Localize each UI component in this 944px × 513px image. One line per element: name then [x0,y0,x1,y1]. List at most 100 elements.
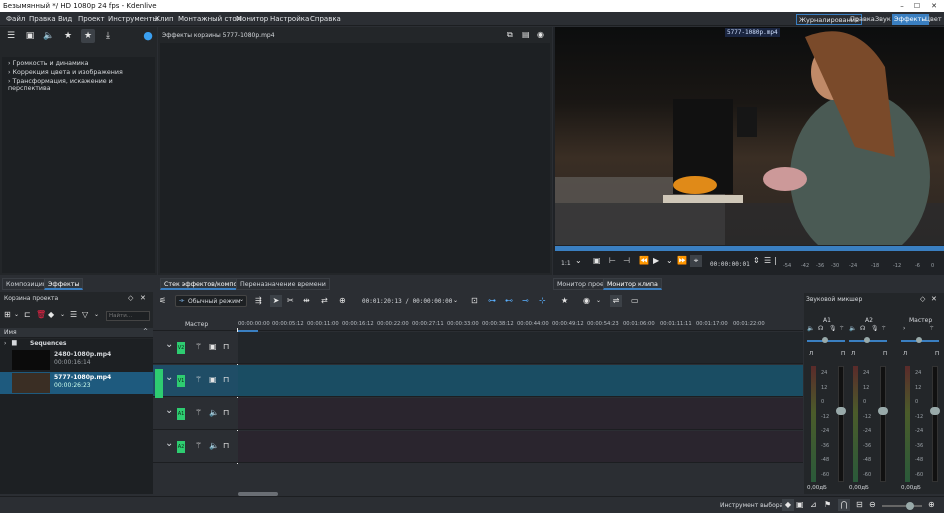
sort-icon[interactable]: ^ [143,328,148,335]
folder-icon[interactable]: ⊏ [24,309,31,321]
tree-item-transform[interactable]: › Трансформация, искажение и перспектива [8,78,155,92]
volume-fader[interactable] [838,366,844,482]
track-v1[interactable] [238,365,803,397]
zoom-handle[interactable] [906,502,914,510]
tag-icon[interactable]: ◆ [48,309,54,321]
lock-icon[interactable]: ⊓ [223,341,229,353]
audio-effects-icon[interactable]: 🔈 [42,29,56,43]
track-header-a2[interactable]: ⌄ A2 ⚚ 🔈 ⊓ [153,431,238,463]
delete-icon[interactable]: 🗑 [36,309,46,321]
insert-icon[interactable]: ⇶ [255,295,262,307]
set-in-icon[interactable]: ⊢ [609,255,616,267]
bin-search-input[interactable] [106,311,150,321]
timecode-stepper-icon[interactable]: ⇕ [753,255,760,267]
fit-zoom-icon[interactable]: ⊡ [471,295,478,307]
pan-handle[interactable] [822,337,828,343]
bin-item-folder[interactable]: › ▆ Sequences [0,339,153,349]
extract-icon[interactable]: ⊶ [488,295,496,307]
track-v2[interactable] [238,332,803,364]
timeline-timecode[interactable]: 00:01:20:13 / 00:00:00:00 [362,298,452,305]
close-icon[interactable]: ✕ [927,0,941,12]
overwrite-icon[interactable]: ⊸ [522,295,529,307]
menu-settings[interactable]: Настройка [270,14,309,24]
pan-handle[interactable] [916,337,922,343]
forward-icon[interactable]: ⏩ [677,255,687,267]
menu-file[interactable]: Файл [6,14,25,24]
list-icon[interactable]: ☰ [4,29,18,43]
menu-timeline[interactable]: Монтажный стол [178,14,241,24]
video-track-icon[interactable]: ▣ [209,374,217,386]
lock-icon[interactable]: ⊓ [223,440,229,452]
bin-header[interactable]: Имя ^ [0,328,153,338]
bin-item-clip[interactable]: 2480-1080p.mp4 00:00:16:14 [0,349,153,371]
channel-value[interactable]: 0,00дБ [849,485,869,491]
menu-clip[interactable]: Клип [155,14,174,24]
custom-effects-icon[interactable]: ★ [61,29,75,43]
video-frame[interactable]: 5777-1080p.mp4 [555,27,944,245]
fit-icon[interactable]: ⌖ [690,255,702,267]
effects-wand-icon[interactable]: ⚚ [195,440,202,452]
mixer-toggle-icon[interactable]: ⇌ [610,295,622,307]
chevron-down-icon[interactable]: ⌄ [14,309,19,321]
slip-icon[interactable]: ⇄ [321,295,328,307]
workspace-color[interactable]: Цвет [923,14,944,25]
workspace-audio[interactable]: Звук [873,14,893,25]
chevron-down-icon[interactable]: ⌄ [165,372,173,383]
collapse-icon[interactable]: ▤ [522,29,530,41]
timeline-menu-icon[interactable]: ⚟ [159,295,166,307]
chevron-down-icon[interactable]: ⌄ [94,309,99,321]
zoom-in-icon[interactable]: ⊕ [928,499,935,511]
pan-handle[interactable] [864,337,870,343]
tree-item-volume[interactable]: › Громкость и динамика [8,60,89,67]
menu-edit[interactable]: Правка [29,14,56,24]
chevron-down-icon[interactable]: ⌄ [165,339,173,350]
monitor-menu-icon[interactable]: ☰ [764,255,771,267]
microphone-icon[interactable]: 🎙 [871,325,879,332]
zoom-slider[interactable] [882,505,922,507]
set-out-icon[interactable]: ⊣ [623,255,630,267]
effects-wand-icon[interactable]: ⚚ [195,407,202,419]
effects-wand-icon[interactable]: ⚚ [195,374,202,386]
flag-icon[interactable]: ⚑ [824,499,831,511]
tab-clip-monitor[interactable]: Монитор клипа [603,278,662,290]
fit-zoom-icon[interactable]: ⊟ [856,499,863,511]
effects-wand-icon[interactable]: ⚚ [881,325,886,332]
lock-icon[interactable]: ⊓ [223,374,229,386]
favorite-effect-icon[interactable]: ★ [561,295,568,307]
favorites-icon[interactable]: ★ [81,29,95,43]
speaker-icon[interactable]: 🔈 [807,325,814,332]
minimize-icon[interactable]: – [895,0,909,12]
play-icon[interactable]: ▶ [653,255,659,267]
audio-icon[interactable]: ⊿ [810,499,817,511]
video-track-icon[interactable]: ▣ [209,341,217,353]
track-a2[interactable] [238,431,803,463]
chevron-down-icon[interactable]: ⌄ [596,295,601,307]
chevron-down-icon[interactable]: ⌄ [575,255,582,267]
menu-monitor[interactable]: Монитор [236,14,268,24]
tab-time-remap[interactable]: Переназначение времени [236,278,330,290]
eye-icon[interactable]: ◉ [537,29,544,41]
multicam-icon[interactable]: ⊕ [339,295,346,307]
chevron-right-icon[interactable]: › [903,325,905,332]
filter-icon[interactable]: ▽ [82,309,88,321]
headphones-icon[interactable]: ☊ [818,325,823,332]
snap-icon[interactable]: ⋂ [838,499,850,511]
chevron-down-icon[interactable]: ⌄ [165,438,173,449]
menu-help[interactable]: Справка [310,14,341,24]
menu-view[interactable]: Вид [58,14,72,24]
channel-value[interactable]: 0,00дБ [901,485,921,491]
volume-fader[interactable] [932,366,938,482]
add-clip-icon[interactable]: ⊞ [4,309,11,321]
float-icon[interactable]: ◇ [920,293,925,305]
tree-item-color[interactable]: › Коррекция цвета и изображения [8,69,123,76]
monitor-zoom[interactable]: 1:1 [561,260,571,267]
lift-icon[interactable]: ⊷ [505,295,513,307]
effects-wand-icon[interactable]: ⚚ [195,341,202,353]
subtitle-icon[interactable]: ▭ [631,295,639,307]
edit-mode-select[interactable]: ⟛ Обычный режим ⌄ [175,295,247,307]
effects-wand-icon[interactable]: ⚚ [929,325,934,332]
play-options-icon[interactable]: ⌄ [666,255,673,267]
track-header-v2[interactable]: ⌄ V2 ⚚ ▣ ⊓ [153,332,238,364]
effects-wand-icon[interactable]: ⚚ [839,325,844,332]
bin-item-clip-selected[interactable]: 5777-1080p.mp4 00:00:26:23 [0,372,153,394]
